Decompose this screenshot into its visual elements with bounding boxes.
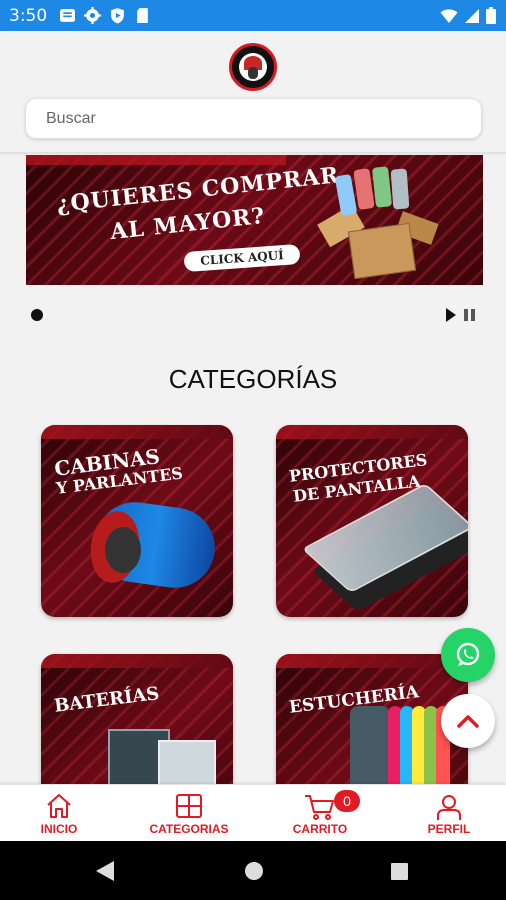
user-icon xyxy=(437,795,461,820)
cart-count-badge: 0 xyxy=(334,790,360,812)
card-accent xyxy=(276,425,468,439)
category-card-protectores[interactable]: PROTECTORES DE PANTALLA xyxy=(276,425,468,617)
speaker-grill xyxy=(105,527,141,573)
status-bar: 3:50 xyxy=(0,0,506,31)
nav-label: CATEGORIAS xyxy=(149,822,229,836)
card-accent xyxy=(41,654,233,668)
message-icon xyxy=(60,9,75,22)
whatsapp-button[interactable] xyxy=(441,628,495,682)
nav-perfil[interactable]: PERFIL xyxy=(410,785,488,842)
nav-label: CARRITO xyxy=(292,822,348,836)
pause-icon[interactable] xyxy=(464,309,468,321)
chevron-up-icon xyxy=(457,715,479,728)
nav-categorias[interactable]: CATEGORIAS xyxy=(140,785,238,842)
home-icon xyxy=(47,794,71,818)
system-nav-icons xyxy=(96,861,408,881)
carousel-indicator[interactable] xyxy=(31,309,43,321)
gear-icon xyxy=(84,7,101,24)
wholesale-banner[interactable]: ¿QUIERES COMPRAR AL MAYOR? CLICK AQUÍ xyxy=(26,155,483,285)
play-icon[interactable] xyxy=(446,308,456,322)
back-icon[interactable] xyxy=(96,861,114,881)
card-accent xyxy=(276,654,468,668)
banner-accent xyxy=(26,155,286,165)
wifi-icon xyxy=(440,8,458,23)
recents-icon[interactable] xyxy=(391,863,408,880)
nav-inicio[interactable]: INICIO xyxy=(20,785,98,842)
category-card-cabinas[interactable]: CABINAS Y PARLANTES xyxy=(41,425,233,617)
status-notification-icons xyxy=(59,7,151,24)
nav-label: PERFIL xyxy=(427,822,471,836)
home-circle-icon[interactable] xyxy=(245,862,263,880)
phone-illustration xyxy=(390,168,410,210)
carousel-controls xyxy=(446,308,475,322)
sd-card-icon xyxy=(137,8,148,23)
status-time: 3:50 xyxy=(9,6,48,26)
bottom-navigation: INICIO CATEGORIAS CARRITO PERFIL xyxy=(0,784,506,841)
play-protect-icon xyxy=(111,8,124,24)
whatsapp-icon xyxy=(456,642,480,666)
store-logo-icon[interactable] xyxy=(229,43,277,91)
signal-icon xyxy=(465,8,479,23)
system-navigation-bar xyxy=(0,841,506,900)
box-illustration xyxy=(347,222,417,280)
cart-icon xyxy=(305,795,334,820)
nav-label: INICIO xyxy=(40,822,78,836)
scroll-top-button[interactable] xyxy=(441,694,495,748)
battery-icon xyxy=(486,7,496,24)
categories-title: CATEGORÍAS xyxy=(168,364,338,394)
grid-icon xyxy=(176,794,202,818)
status-system-icons xyxy=(440,7,496,24)
card-accent xyxy=(41,425,233,439)
logo-face xyxy=(248,67,258,79)
search-input[interactable] xyxy=(25,98,482,139)
